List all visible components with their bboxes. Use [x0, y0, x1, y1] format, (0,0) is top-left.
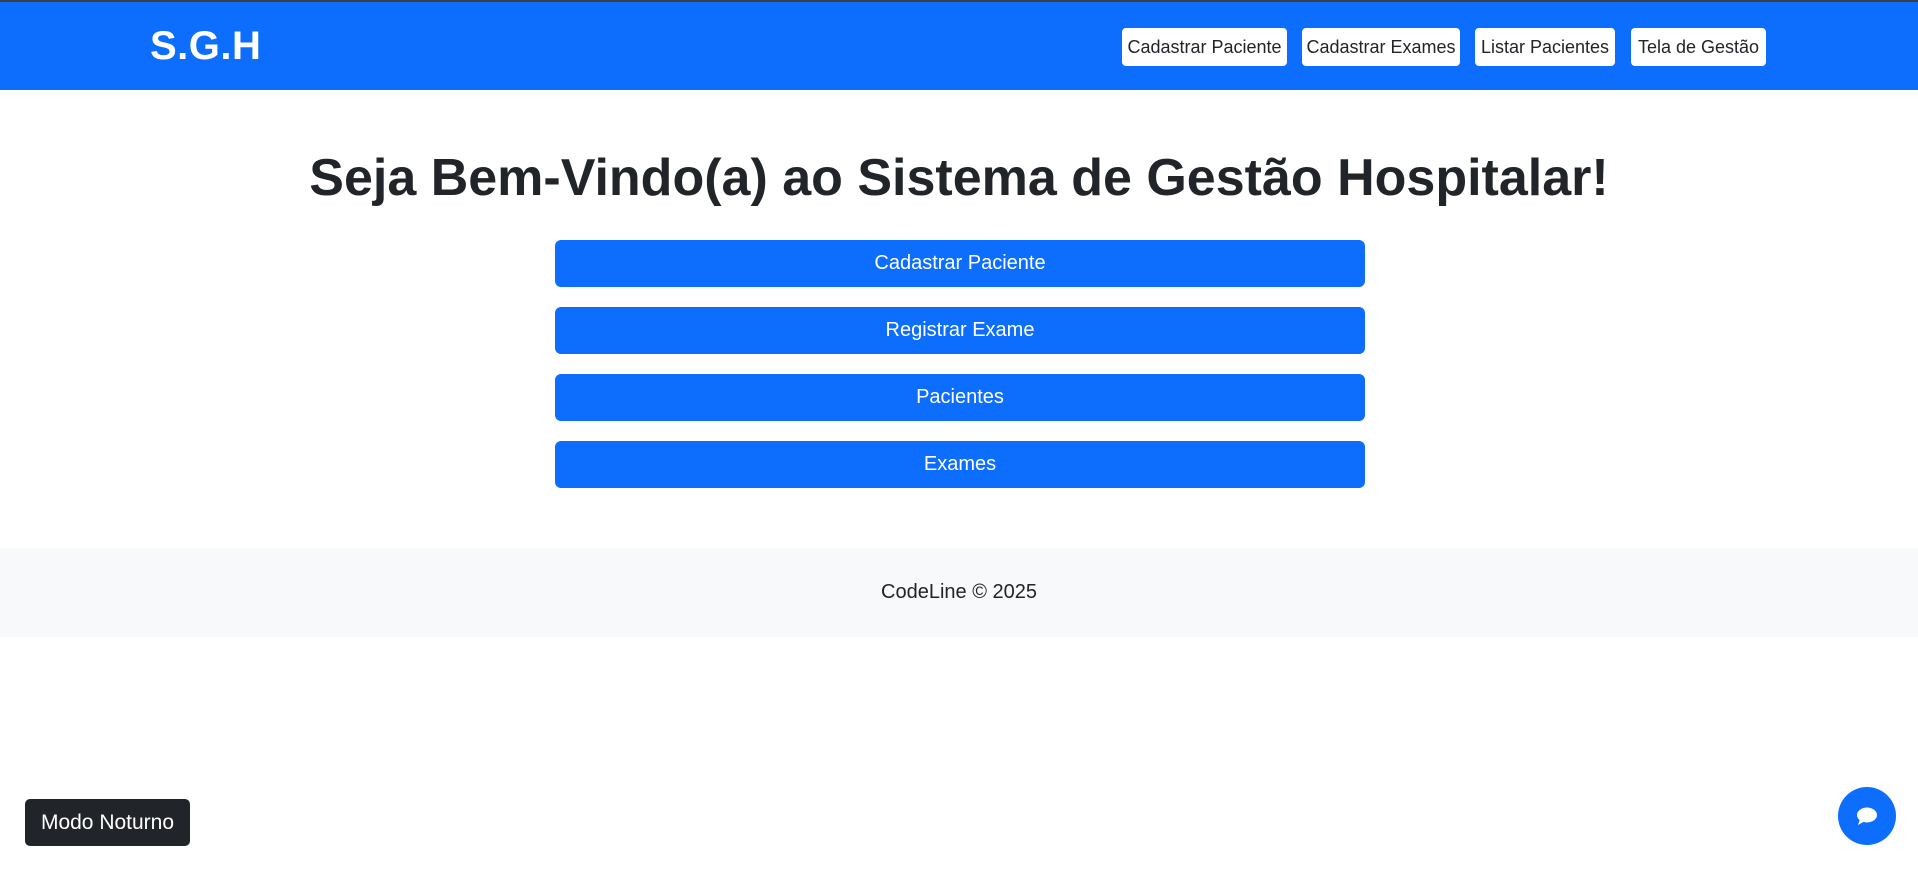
nav-cadastrar-exames-button[interactable]: Cadastrar Exames [1302, 28, 1460, 66]
nav-tela-de-gestao-button[interactable]: Tela de Gestão [1631, 28, 1766, 66]
cadastrar-paciente-button[interactable]: Cadastrar Paciente [555, 240, 1365, 287]
footer: CodeLine © 2025 [0, 548, 1918, 637]
navbar: S.G.H Cadastrar Paciente Cadastrar Exame… [0, 2, 1918, 90]
chat-bubble-icon [1857, 807, 1877, 825]
nav-cadastrar-paciente-button[interactable]: Cadastrar Paciente [1122, 28, 1287, 66]
welcome-heading: Seja Bem-Vindo(a) ao Sistema de Gestão H… [309, 149, 1609, 207]
footer-copyright: CodeLine © 2025 [881, 581, 1037, 603]
exames-button[interactable]: Exames [555, 441, 1365, 488]
nav-listar-pacientes-button[interactable]: Listar Pacientes [1475, 28, 1615, 66]
chat-button[interactable] [1838, 787, 1896, 845]
night-mode-button[interactable]: Modo Noturno [25, 799, 190, 846]
brand-logo[interactable]: S.G.H [150, 24, 261, 69]
pacientes-button[interactable]: Pacientes [555, 374, 1365, 421]
registrar-exame-button[interactable]: Registrar Exame [555, 307, 1365, 354]
